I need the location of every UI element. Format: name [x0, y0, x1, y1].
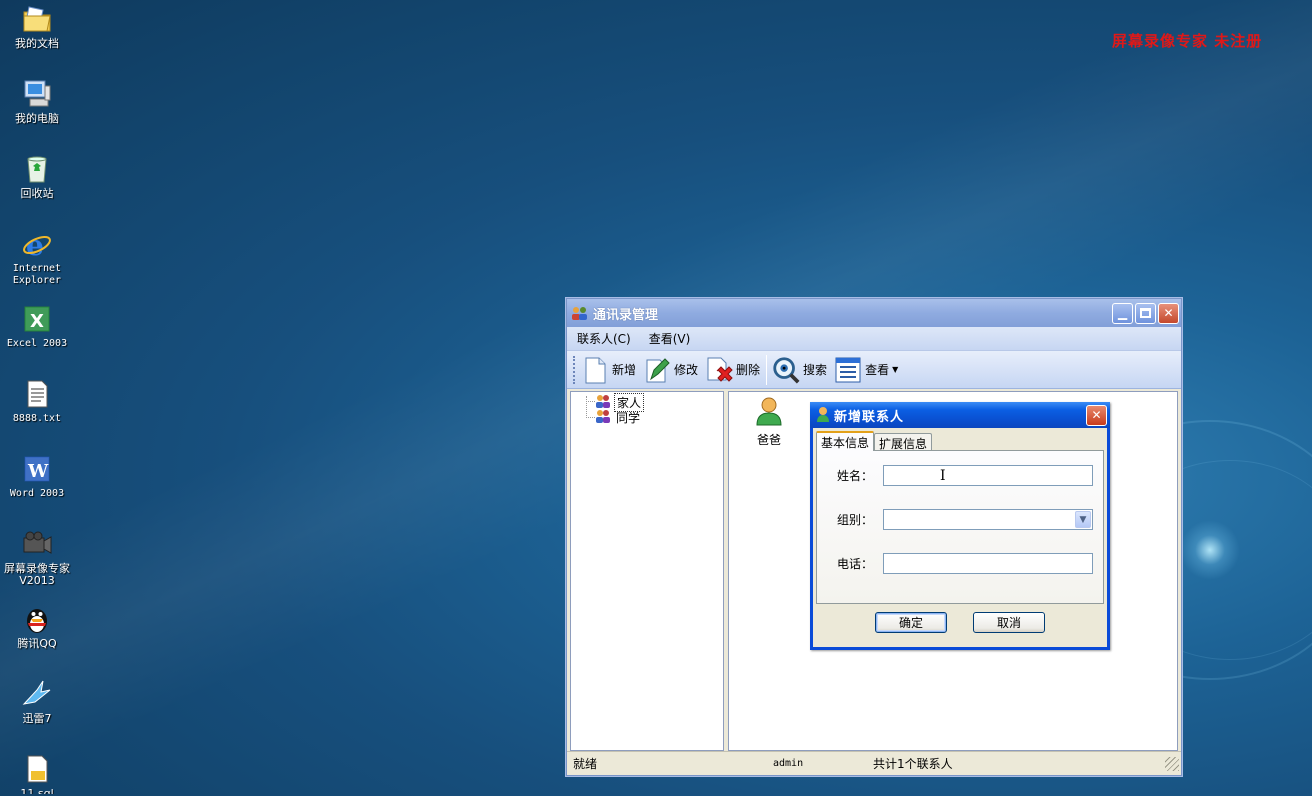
recycle-bin-icon: [20, 152, 54, 186]
group-tree: 家人 同学: [570, 391, 724, 751]
maximize-icon: [1140, 308, 1151, 318]
add-contact-dialog: 新增联系人 ✕ 基本信息 扩展信息 姓名： I 组别： ▼ 电话： 确定 取消: [810, 402, 1110, 650]
desktop-icon-internet-explorer[interactable]: e Internet Explorer: [4, 227, 70, 287]
basic-info-panel: 姓名： I 组别： ▼ 电话：: [816, 450, 1104, 604]
phone-label: 电话：: [837, 557, 874, 571]
desktop-icon-qq[interactable]: 腾讯QQ: [4, 602, 70, 650]
desktop-icon-recycle-bin[interactable]: 回收站: [4, 152, 70, 200]
delete-button[interactable]: 删除: [704, 354, 760, 386]
edit-pencil-icon: [642, 355, 672, 385]
close-icon: ✕: [1091, 408, 1102, 422]
window-titlebar[interactable]: 通讯录管理 ▁ ✕: [567, 299, 1181, 327]
thunder-icon: [20, 677, 54, 711]
desktop-icon-sql-file[interactable]: 11.sql: [4, 752, 70, 794]
tree-line: [586, 396, 587, 418]
view-button[interactable]: 查看 ▼: [833, 354, 898, 386]
dialog-tabs: 基本信息 扩展信息: [813, 428, 1107, 451]
name-row: 姓名： I: [837, 465, 1093, 486]
name-label: 姓名：: [837, 469, 874, 483]
phone-row: 电话：: [837, 553, 1093, 574]
qq-icon: [20, 602, 54, 636]
toolbar-separator: [766, 354, 768, 385]
search-magnifier-icon: [771, 355, 801, 385]
sql-file-icon: [20, 752, 54, 786]
name-input-box: I: [883, 465, 1093, 486]
status-user: admin: [773, 758, 804, 769]
new-document-icon: [580, 355, 610, 385]
status-bar: 就绪 admin 共计1个联系人: [567, 751, 1181, 775]
status-ready: 就绪: [573, 757, 598, 771]
tree-line: [586, 417, 595, 418]
group-label: 组别：: [837, 513, 874, 527]
edit-button[interactable]: 修改: [642, 354, 698, 386]
svg-text:X: X: [30, 311, 44, 332]
window-title: 通讯录管理: [593, 307, 659, 323]
delete-x-icon: [704, 355, 734, 385]
minimize-icon: ▁: [1117, 306, 1128, 320]
dialog-title: 新增联系人: [834, 409, 905, 425]
excel-icon: X: [20, 302, 54, 336]
new-button[interactable]: 新增: [580, 354, 636, 386]
desktop-icon-my-documents[interactable]: 我的文档: [4, 2, 70, 50]
menu-view[interactable]: 查看(V): [649, 330, 691, 347]
close-icon: ✕: [1163, 306, 1174, 320]
group-row: 组别： ▼: [837, 509, 1093, 530]
maximize-button[interactable]: [1135, 302, 1156, 324]
desktop-icon-excel[interactable]: X Excel 2003: [4, 302, 70, 350]
text-file-icon: [20, 377, 54, 411]
group-icon: [595, 409, 611, 426]
phone-input-box: [883, 553, 1093, 574]
minimize-button[interactable]: ▁: [1112, 302, 1133, 324]
person-icon: [755, 396, 783, 429]
group-select[interactable]: ▼: [883, 509, 1093, 530]
text-cursor-icon: I: [940, 468, 946, 484]
dialog-close-button[interactable]: ✕: [1086, 404, 1107, 426]
word-icon: W: [20, 452, 54, 486]
contact-item[interactable]: 爸爸: [751, 396, 787, 448]
screen-recorder-icon: [20, 527, 54, 561]
desktop-icon-word[interactable]: W Word 2003: [4, 452, 70, 500]
svg-text:W: W: [27, 461, 49, 482]
cancel-button[interactable]: 取消: [973, 612, 1045, 633]
search-button[interactable]: 搜索: [771, 354, 827, 386]
tab-basic-info[interactable]: 基本信息: [816, 431, 875, 451]
name-input[interactable]: [884, 466, 1092, 485]
person-icon: [816, 406, 830, 425]
desktop-icon-8888-txt[interactable]: 8888.txt: [4, 377, 70, 425]
phone-input[interactable]: [884, 554, 1092, 573]
resize-grip[interactable]: [1165, 756, 1179, 771]
tree-line: [586, 401, 595, 402]
recorder-watermark: 屏幕录像专家 未注册: [1112, 32, 1263, 50]
desktop-icon-thunder[interactable]: 迅雷7: [4, 677, 70, 725]
contacts-app-icon: [571, 305, 589, 321]
view-list-icon: [833, 355, 863, 385]
desktop-icon-screen-recorder[interactable]: 屏幕录像专家V2013: [4, 527, 70, 587]
tree-node-classmates[interactable]: 同学: [595, 409, 642, 426]
dialog-buttons: 确定 取消: [813, 612, 1107, 633]
toolbar: 新增 修改 删除 搜索 查看 ▼: [567, 351, 1181, 389]
menu-bar: 联系人(C) 查看(V): [567, 327, 1181, 351]
chevron-down-icon[interactable]: ▼: [892, 365, 898, 374]
toolbar-grip[interactable]: [573, 355, 576, 384]
chevron-down-icon[interactable]: ▼: [1075, 511, 1091, 528]
my-computer-icon: [20, 77, 54, 111]
dialog-titlebar[interactable]: 新增联系人 ✕: [810, 402, 1110, 428]
tab-extended-info[interactable]: 扩展信息: [874, 433, 933, 451]
status-count: 共计1个联系人: [873, 757, 953, 771]
menu-contacts[interactable]: 联系人(C): [577, 330, 631, 347]
ok-button[interactable]: 确定: [875, 612, 947, 633]
close-button[interactable]: ✕: [1158, 302, 1179, 324]
desktop-icon-my-computer[interactable]: 我的电脑: [4, 77, 70, 125]
svg-text:e: e: [26, 229, 44, 260]
my-documents-icon: [20, 2, 54, 36]
internet-explorer-icon: e: [20, 227, 54, 261]
